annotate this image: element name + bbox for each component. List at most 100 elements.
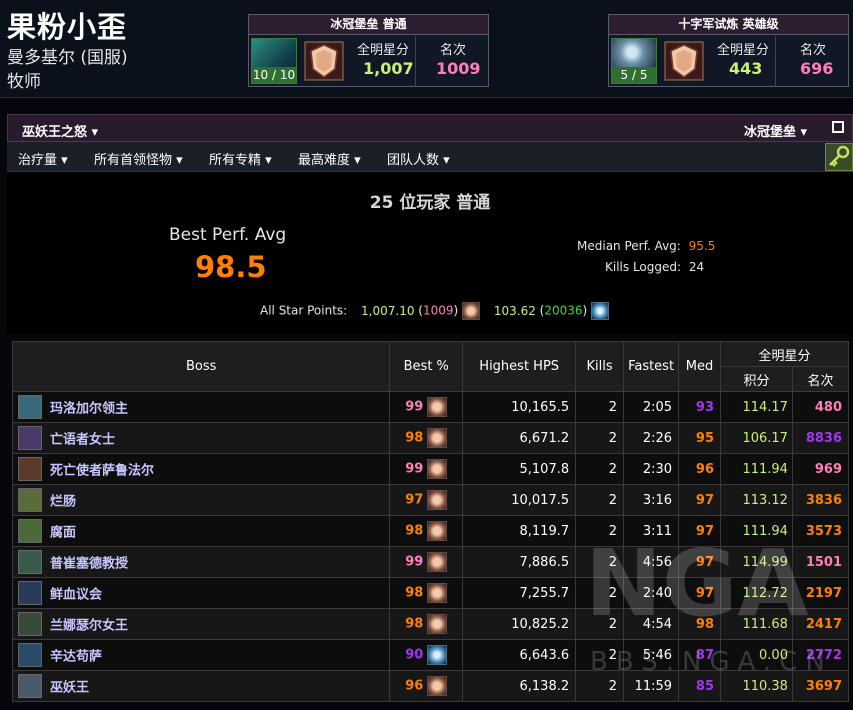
allstar-rank: 2197: [791, 577, 850, 609]
best-percent-cell: 90: [389, 639, 464, 671]
chevron-down-icon: ▾: [176, 153, 183, 168]
best-percent: 97: [405, 492, 424, 508]
filter-label: 所有专精: [209, 153, 262, 168]
fastest-time: 4:54: [623, 608, 680, 640]
highest-hps: 6,138.2: [462, 670, 577, 702]
boss-name[interactable]: 辛达苟萨: [50, 650, 102, 665]
character-server[interactable]: 曼多基尔 (国服): [7, 43, 128, 68]
allstar-rank: 3697: [791, 670, 850, 702]
boss-cell[interactable]: 腐面: [11, 515, 391, 547]
boss-name[interactable]: 巫妖王: [50, 681, 89, 696]
header-kills[interactable]: Kills: [575, 341, 625, 392]
boss-cell[interactable]: 兰娜瑟尔女王: [11, 608, 391, 640]
median-percent: 87: [678, 639, 722, 671]
filter-raid-size[interactable]: 团队人数 ▾: [387, 149, 450, 168]
boss-cell[interactable]: 巫妖王: [11, 670, 391, 702]
boss-cell[interactable]: 玛洛加尔领主: [11, 391, 391, 423]
allstar-badge-icon: [427, 428, 448, 448]
zone-dropdown[interactable]: 冰冠堡垒 ▾: [744, 121, 807, 140]
boss-name[interactable]: 亡语者女士: [50, 433, 115, 448]
table-row[interactable]: 鲜血议会 98 7,255.7 2 2:40 97 112.72 2197: [11, 577, 850, 609]
boss-portrait-icon: [18, 581, 42, 605]
boss-name[interactable]: 兰娜瑟尔女王: [50, 619, 128, 634]
table-row[interactable]: 兰娜瑟尔女王 98 10,825.2 2 4:54 98 111.68 2417: [11, 608, 850, 640]
filter-label: 治疗量: [18, 153, 58, 168]
header-med[interactable]: Med: [678, 341, 722, 392]
maximize-icon[interactable]: [832, 121, 844, 133]
best-percent: 99: [405, 554, 424, 570]
header-best[interactable]: Best %: [389, 341, 464, 392]
fastest-time: 3:11: [623, 515, 680, 547]
boss-cell[interactable]: 亡语者女士: [11, 422, 391, 454]
header-hps[interactable]: Highest HPS: [462, 341, 577, 392]
header-fastest[interactable]: Fastest: [623, 341, 680, 392]
allstar-points-toc: 103.62: [493, 303, 536, 318]
boss-cell[interactable]: 辛达苟萨: [11, 639, 391, 671]
zone-icon: 10 / 10: [251, 38, 297, 84]
fastest-time: 2:26: [623, 422, 680, 454]
table-row[interactable]: 普崔塞德教授 99 7,886.5 2 4:56 97 114.99 1501: [11, 546, 850, 578]
boss-cell[interactable]: 死亡使者萨鲁法尔: [11, 453, 391, 485]
chevron-down-icon: ▾: [800, 125, 808, 140]
fastest-time: 11:59: [623, 670, 680, 702]
boss-cell[interactable]: 鲜血议会: [11, 577, 391, 609]
kills: 2: [575, 422, 625, 454]
boss-name[interactable]: 腐面: [50, 526, 76, 541]
allstar-points: 111.94: [720, 515, 793, 547]
filter-label: 团队人数: [387, 153, 440, 168]
kills: 2: [575, 546, 625, 578]
filter-boss[interactable]: 所有首领怪物 ▾: [94, 149, 183, 168]
allstar-badge-icon: [427, 552, 448, 572]
filter-label: 最高难度: [298, 153, 351, 168]
highest-hps: 10,017.5: [462, 484, 577, 516]
highest-hps: 7,255.7: [462, 577, 577, 609]
table-row[interactable]: 巫妖王 96 6,138.2 2 11:59 85 110.38 3697: [11, 670, 850, 702]
boss-name[interactable]: 鲜血议会: [50, 588, 102, 603]
boss-name[interactable]: 死亡使者萨鲁法尔: [50, 464, 154, 479]
kills: 2: [575, 515, 625, 547]
highest-hps: 10,165.5: [462, 391, 577, 423]
kills-value: 24: [688, 260, 705, 274]
filter-bar: 治疗量 ▾ 所有首领怪物 ▾ 所有专精 ▾ 最高难度 ▾ 团队人数 ▾: [7, 142, 853, 172]
median-percent: 97: [678, 515, 722, 547]
kills: 2: [575, 577, 625, 609]
chevron-down-icon: ▾: [91, 125, 99, 140]
header-boss[interactable]: Boss: [11, 341, 391, 392]
boss-name[interactable]: 普崔塞德教授: [50, 557, 128, 572]
boss-cell[interactable]: 普崔塞德教授: [11, 546, 391, 578]
expansion-dropdown[interactable]: 巫妖王之怒 ▾: [22, 121, 98, 140]
zone-card-toc[interactable]: 十字军试炼 英雄级 5 / 5 全明星分 443 名次 696: [608, 14, 849, 87]
best-percent: 98: [405, 523, 424, 539]
allstar-line: All Star Points: 1,007.10 (1009) 103.62 …: [260, 302, 610, 320]
table-row[interactable]: 辛达苟萨 90 6,643.6 2 5:46 87 0.00 2772: [11, 639, 850, 671]
boss-portrait-icon: [18, 643, 42, 667]
zone-rank: 1009: [436, 59, 481, 78]
zone-card-icc[interactable]: 冰冠堡垒 普通 10 / 10 全明星分 1,007 名次 1009: [248, 14, 489, 87]
filter-difficulty[interactable]: 最高难度 ▾: [298, 149, 361, 168]
boss-name[interactable]: 玛洛加尔领主: [50, 402, 128, 417]
rank-label: 名次: [440, 43, 467, 58]
boss-cell[interactable]: 烂肠: [11, 484, 391, 516]
kills: 2: [575, 639, 625, 671]
median-percent: 98: [678, 608, 722, 640]
table-row[interactable]: 玛洛加尔领主 99 10,165.5 2 2:05 93 114.17 480: [11, 391, 850, 423]
allstar-rank: 1501: [791, 546, 850, 578]
table-row[interactable]: 亡语者女士 98 6,671.2 2 2:26 95 106.17 8836: [11, 422, 850, 454]
table-row[interactable]: 腐面 98 8,119.7 2 3:11 97 111.94 3573: [11, 515, 850, 547]
zone-title: 冰冠堡垒 普通: [249, 15, 488, 35]
divider: [775, 36, 776, 87]
boss-name[interactable]: 烂肠: [50, 495, 76, 510]
table-row[interactable]: 死亡使者萨鲁法尔 99 5,107.8 2 2:30 96 111.94 969: [11, 453, 850, 485]
filter-metric[interactable]: 治疗量 ▾: [18, 149, 68, 168]
header-points[interactable]: 积分: [720, 366, 793, 392]
table-row[interactable]: 烂肠 97 10,017.5 2 3:16 97 113.12 3836: [11, 484, 850, 516]
header-rank[interactable]: 名次: [791, 366, 850, 392]
filter-spec[interactable]: 所有专精 ▾: [209, 149, 272, 168]
median-percent: 97: [678, 484, 722, 516]
kills: 2: [575, 670, 625, 702]
boss-portrait-icon: [18, 550, 42, 574]
chevron-down-icon: ▾: [61, 153, 68, 168]
allstar-badge-icon: [427, 490, 448, 510]
key-icon[interactable]: [825, 143, 853, 171]
kills: 2: [575, 484, 625, 516]
